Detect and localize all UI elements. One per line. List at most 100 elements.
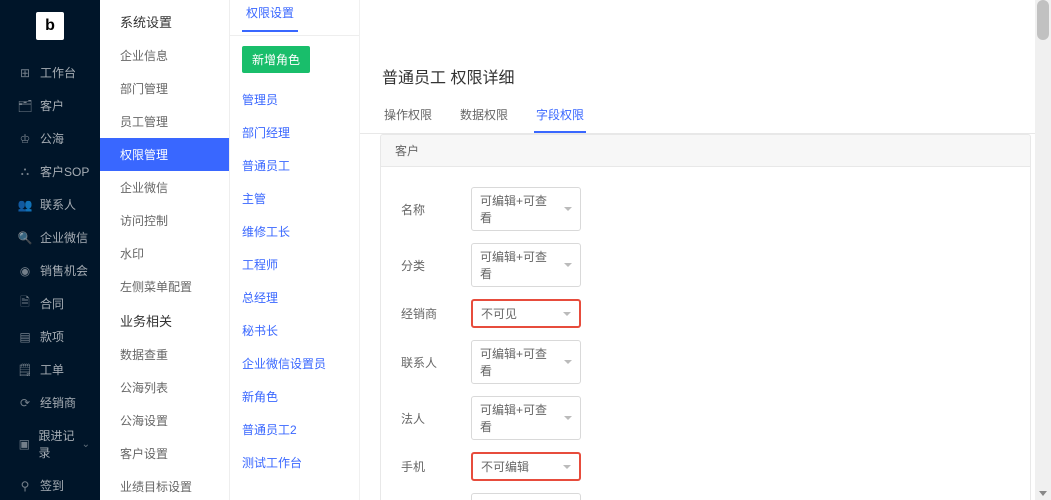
nav-icon: ▤	[18, 330, 32, 344]
role-tab-header: 权限设置	[230, 0, 359, 36]
nav-label: 合同	[40, 295, 64, 312]
field-row: 手机不可编辑	[381, 446, 1030, 487]
sidebar-item[interactable]: 水印	[100, 237, 229, 270]
nav-icon: 🔍	[18, 231, 32, 245]
nav-item-10[interactable]: ⟳ 经销商	[0, 386, 100, 419]
field-select[interactable]: 可编辑+可查看	[471, 187, 581, 231]
nav-label: 工单	[40, 361, 64, 378]
role-item[interactable]: 主管	[230, 182, 359, 215]
nav-item-0[interactable]: ⊞工作台	[0, 56, 100, 89]
nav-label: 联系人	[40, 196, 76, 213]
sidebar-item[interactable]: 数据查重	[100, 338, 229, 371]
sidebar-group-title: 业务相关	[100, 303, 229, 338]
field-row: 联系人可编辑+可查看	[381, 334, 1030, 390]
field-label: 经销商	[401, 305, 471, 322]
role-item[interactable]: 企业微信设置员	[230, 347, 359, 380]
sidebar-item[interactable]: 业绩目标设置	[100, 470, 229, 500]
role-item[interactable]: 普通员工	[230, 149, 359, 182]
chevron-down-icon: ⌄	[82, 439, 90, 450]
field-row: 法人可编辑+可查看	[381, 390, 1030, 446]
field-label: 分类	[401, 257, 471, 274]
nav-icon: 👥	[18, 198, 32, 212]
nav-label: 工作台	[40, 64, 76, 81]
nav-icon: ⟳	[18, 396, 32, 410]
sidebar-settings: 系统设置企业信息部门管理员工管理权限管理企业微信访问控制水印左侧菜单配置业务相关…	[100, 0, 230, 500]
sidebar-item[interactable]: 公海设置	[100, 404, 229, 437]
field-select[interactable]: 可编辑+可查看	[471, 396, 581, 440]
nav-icon: 🗒	[18, 363, 32, 377]
field-row: 来源可编辑+可查看	[381, 487, 1030, 500]
sidebar-item[interactable]: 部门管理	[100, 72, 229, 105]
sidebar-item[interactable]: 左侧菜单配置	[100, 270, 229, 303]
nav-icon: ⚲	[18, 479, 32, 493]
tab[interactable]: 操作权限	[382, 98, 434, 133]
field-label: 法人	[401, 410, 471, 427]
nav-label: 客户SOP	[40, 163, 89, 180]
nav-item-9[interactable]: 🗒 工单	[0, 353, 100, 386]
role-item[interactable]: 工程师	[230, 248, 359, 281]
nav-label: 签到	[40, 477, 64, 494]
main-panel: 普通员工 权限详细 操作权限数据权限字段权限 客户 名称可编辑+可查看分类可编辑…	[360, 0, 1051, 500]
scroll-thumb[interactable]	[1037, 0, 1049, 40]
nav-icon: ◉	[18, 264, 32, 278]
role-item[interactable]: 新角色	[230, 380, 359, 413]
nav-label: 客户	[40, 97, 64, 114]
page-title: 普通员工 权限详细	[360, 36, 1051, 98]
field-label: 手机	[401, 458, 471, 475]
field-select[interactable]: 可编辑+可查看	[471, 243, 581, 287]
field-select[interactable]: 可编辑+可查看	[471, 493, 581, 500]
sidebar-item[interactable]: 权限管理	[100, 138, 229, 171]
nav-item-2[interactable]: ♔ 公海	[0, 122, 100, 155]
scroll-down-icon[interactable]	[1039, 491, 1047, 496]
add-role-button[interactable]: 新增角色	[242, 46, 310, 73]
nav-item-3[interactable]: ⛬ 客户SOP	[0, 155, 100, 188]
field-permission-form: 名称可编辑+可查看分类可编辑+可查看经销商不可见联系人可编辑+可查看法人可编辑+…	[380, 167, 1031, 500]
sidebar-item[interactable]: 员工管理	[100, 105, 229, 138]
role-item[interactable]: 总经理	[230, 281, 359, 314]
role-column: 权限设置 新增角色 管理员部门经理普通员工主管维修工长工程师总经理秘书长企业微信…	[230, 0, 360, 500]
field-select[interactable]: 不可编辑	[471, 452, 581, 481]
role-item[interactable]: 测试工作台	[230, 446, 359, 479]
section-header: 客户	[380, 134, 1031, 167]
app-root: b ⊞工作台🗂客户 ♔ 公海 ⛬ 客户SOP 👥 联系人 🔍 企业微信 ◉ 销售机会 🗎合同 ▤ 款项 🗒 工…	[0, 0, 1051, 500]
sidebar-group-title: 系统设置	[100, 4, 229, 39]
sidebar-item[interactable]: 企业微信	[100, 171, 229, 204]
sidebar-item[interactable]: 公海列表	[100, 371, 229, 404]
role-item[interactable]: 部门经理	[230, 116, 359, 149]
nav-item-12[interactable]: ⚲ 签到	[0, 469, 100, 500]
nav-icon: ⛬	[18, 165, 32, 179]
tab[interactable]: 数据权限	[458, 98, 510, 133]
sidebar-item[interactable]: 企业信息	[100, 39, 229, 72]
nav-item-11[interactable]: ▣跟进记录⌄	[0, 419, 100, 469]
sidebar-item[interactable]: 客户设置	[100, 437, 229, 470]
nav-item-1[interactable]: 🗂客户	[0, 89, 100, 122]
role-tab[interactable]: 权限设置	[242, 4, 298, 32]
nav-label: 款项	[40, 328, 64, 345]
field-select[interactable]: 可编辑+可查看	[471, 340, 581, 384]
sidebar-left: b ⊞工作台🗂客户 ♔ 公海 ⛬ 客户SOP 👥 联系人 🔍 企业微信 ◉ 销售机会 🗎合同 ▤ 款项 🗒 工…	[0, 0, 100, 500]
nav-icon: ♔	[18, 132, 32, 146]
permission-tabs: 操作权限数据权限字段权限	[360, 98, 1051, 134]
nav-icon: ▣	[18, 437, 31, 451]
field-row: 经销商不可见	[381, 293, 1030, 334]
scrollbar[interactable]	[1035, 0, 1051, 500]
logo: b	[36, 12, 64, 40]
nav-item-7[interactable]: 🗎合同	[0, 287, 100, 320]
role-item[interactable]: 普通员工2	[230, 413, 359, 446]
role-item[interactable]: 秘书长	[230, 314, 359, 347]
field-select[interactable]: 不可见	[471, 299, 581, 328]
field-row: 分类可编辑+可查看	[381, 237, 1030, 293]
role-item[interactable]: 管理员	[230, 83, 359, 116]
tab[interactable]: 字段权限	[534, 98, 586, 133]
nav-label: 经销商	[40, 394, 76, 411]
nav-item-5[interactable]: 🔍 企业微信	[0, 221, 100, 254]
nav-item-8[interactable]: ▤ 款项	[0, 320, 100, 353]
nav-item-6[interactable]: ◉ 销售机会	[0, 254, 100, 287]
field-label: 名称	[401, 201, 471, 218]
nav-label: 企业微信	[40, 229, 88, 246]
nav-label: 销售机会	[40, 262, 88, 279]
sidebar-item[interactable]: 访问控制	[100, 204, 229, 237]
nav-label: 公海	[40, 130, 64, 147]
nav-item-4[interactable]: 👥 联系人	[0, 188, 100, 221]
role-item[interactable]: 维修工长	[230, 215, 359, 248]
